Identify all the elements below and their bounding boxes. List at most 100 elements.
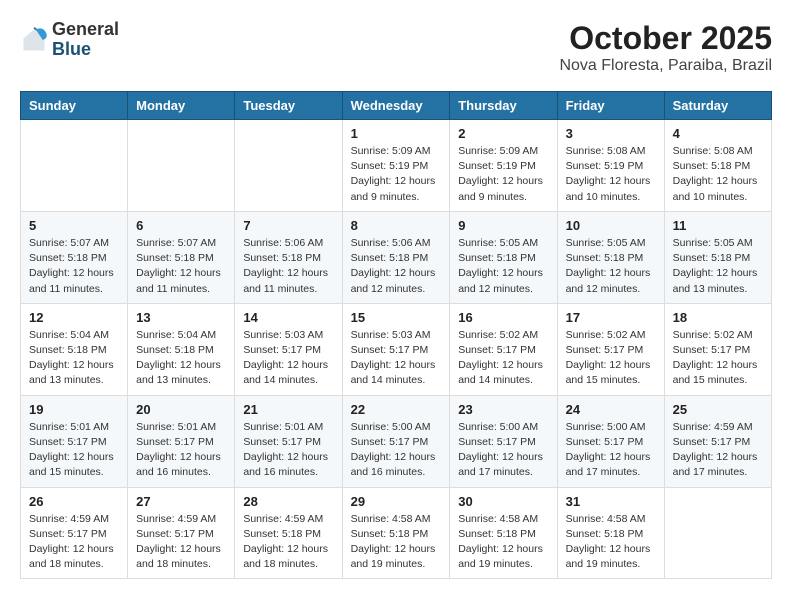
day-info: Sunrise: 4:59 AM Sunset: 5:17 PM Dayligh… (673, 420, 763, 481)
day-number: 14 (243, 310, 333, 325)
table-row: 23 Sunrise: 5:00 AM Sunset: 5:17 PM Dayli… (450, 395, 557, 487)
day-info: Sunrise: 5:03 AM Sunset: 5:17 PM Dayligh… (243, 328, 333, 389)
day-number: 3 (566, 126, 656, 141)
day-number: 19 (29, 402, 119, 417)
day-info: Sunrise: 4:58 AM Sunset: 5:18 PM Dayligh… (458, 512, 548, 573)
table-row: 6 Sunrise: 5:07 AM Sunset: 5:18 PM Daylig… (128, 211, 235, 303)
day-number: 27 (136, 494, 226, 509)
day-number: 4 (673, 126, 763, 141)
day-info: Sunrise: 5:04 AM Sunset: 5:18 PM Dayligh… (29, 328, 119, 389)
calendar-table: Sunday Monday Tuesday Wednesday Thursday… (20, 91, 772, 579)
month-title: October 2025 (559, 20, 772, 57)
day-info: Sunrise: 5:00 AM Sunset: 5:17 PM Dayligh… (566, 420, 656, 481)
table-row: 26Sunrise: 4:59 AM Sunset: 5:17 PM Dayli… (21, 487, 128, 579)
table-row: 21Sunrise: 5:01 AM Sunset: 5:17 PM Dayli… (235, 395, 342, 487)
table-row: 17Sunrise: 5:02 AM Sunset: 5:17 PM Dayli… (557, 303, 664, 395)
table-row: 29Sunrise: 4:58 AM Sunset: 5:18 PM Dayli… (342, 487, 450, 579)
header-thursday: Thursday (450, 92, 557, 120)
day-number: 20 (136, 402, 226, 417)
table-row: 31Sunrise: 4:58 AM Sunset: 5:18 PM Dayli… (557, 487, 664, 579)
table-row: 11 Sunrise: 5:05 AM Sunset: 5:18 PM Dayli… (664, 211, 771, 303)
table-row: 22 Sunrise: 5:00 AM Sunset: 5:17 PM Dayli… (342, 395, 450, 487)
calendar-week-row: 26 Sunrise: 4:59 AM Sunset: 5:17 PM Dayli… (21, 487, 772, 579)
table-row: 1 Sunrise: 5:09 AM Sunset: 5:19 PM Daylig… (342, 120, 450, 212)
day-info: Sunrise: 5:01 AM Sunset: 5:17 PM Dayligh… (136, 420, 226, 481)
calendar-header-row: Sunday Monday Tuesday Wednesday Thursday… (21, 92, 772, 120)
table-row: 16Sunrise: 5:02 AM Sunset: 5:17 PM Dayli… (450, 303, 557, 395)
day-number: 26 (29, 494, 119, 509)
table-row: 8 Sunrise: 5:06 AM Sunset: 5:18 PM Daylig… (342, 211, 450, 303)
day-number: 13 (136, 310, 226, 325)
table-row: 12 Sunrise: 5:04 AM Sunset: 5:18 PM Dayli… (21, 303, 128, 395)
table-row: 30 Sunrise: 4:58 AM Sunset: 5:18 PM Dayli… (450, 487, 557, 579)
day-number: 25 (673, 402, 763, 417)
table-row: 9 Sunrise: 5:05 AM Sunset: 5:18 PM Daylig… (450, 211, 557, 303)
header-friday: Friday (557, 92, 664, 120)
day-info: Sunrise: 5:05 AM Sunset: 5:18 PM Dayligh… (458, 236, 548, 297)
title-block: October 2025 Nova Floresta, Paraiba, Bra… (559, 20, 772, 75)
day-number: 9 (458, 218, 548, 233)
day-number: 7 (243, 218, 333, 233)
table-row (664, 487, 771, 579)
table-row: 13 Sunrise: 5:04 AM Sunset: 5:18 PM Dayli… (128, 303, 235, 395)
day-info: Sunrise: 5:01 AM Sunset: 5:17 PM Dayligh… (29, 420, 119, 481)
logo-icon (20, 26, 48, 54)
table-row (128, 120, 235, 212)
day-number: 1 (351, 126, 442, 141)
table-row: 3 Sunrise: 5:08 AM Sunset: 5:19 PM Daylig… (557, 120, 664, 212)
table-row: 18Sunrise: 5:02 AM Sunset: 5:17 PM Dayli… (664, 303, 771, 395)
day-info: Sunrise: 5:09 AM Sunset: 5:19 PM Dayligh… (458, 144, 548, 205)
day-number: 8 (351, 218, 442, 233)
day-info: Sunrise: 5:07 AM Sunset: 5:18 PM Dayligh… (136, 236, 226, 297)
day-number: 24 (566, 402, 656, 417)
day-number: 30 (458, 494, 548, 509)
day-number: 5 (29, 218, 119, 233)
day-number: 28 (243, 494, 333, 509)
header-sunday: Sunday (21, 92, 128, 120)
day-info: Sunrise: 5:00 AM Sunset: 5:17 PM Dayligh… (351, 420, 442, 481)
calendar-week-row: 5 Sunrise: 5:07 AM Sunset: 5:18 PM Daylig… (21, 211, 772, 303)
table-row: 20 Sunrise: 5:01 AM Sunset: 5:17 PM Dayli… (128, 395, 235, 487)
table-row: 2Sunrise: 5:09 AM Sunset: 5:19 PM Daylig… (450, 120, 557, 212)
header-wednesday: Wednesday (342, 92, 450, 120)
day-number: 11 (673, 218, 763, 233)
day-info: Sunrise: 5:07 AM Sunset: 5:18 PM Dayligh… (29, 236, 119, 297)
table-row: 19 Sunrise: 5:01 AM Sunset: 5:17 PM Dayli… (21, 395, 128, 487)
calendar-week-row: 1 Sunrise: 5:09 AM Sunset: 5:19 PM Daylig… (21, 120, 772, 212)
logo-text: General Blue (52, 20, 119, 60)
day-number: 31 (566, 494, 656, 509)
table-row (21, 120, 128, 212)
day-info: Sunrise: 5:02 AM Sunset: 5:17 PM Dayligh… (458, 328, 548, 389)
day-info: Sunrise: 5:06 AM Sunset: 5:18 PM Dayligh… (351, 236, 442, 297)
day-number: 6 (136, 218, 226, 233)
location-title: Nova Floresta, Paraiba, Brazil (559, 57, 772, 75)
header-monday: Monday (128, 92, 235, 120)
logo: General Blue (20, 20, 119, 60)
day-info: Sunrise: 4:58 AM Sunset: 5:18 PM Dayligh… (351, 512, 442, 573)
day-number: 10 (566, 218, 656, 233)
day-info: Sunrise: 5:03 AM Sunset: 5:17 PM Dayligh… (351, 328, 442, 389)
table-row: 27 Sunrise: 4:59 AM Sunset: 5:17 PM Dayli… (128, 487, 235, 579)
day-info: Sunrise: 5:00 AM Sunset: 5:17 PM Dayligh… (458, 420, 548, 481)
day-info: Sunrise: 4:59 AM Sunset: 5:17 PM Dayligh… (136, 512, 226, 573)
table-row: 5 Sunrise: 5:07 AM Sunset: 5:18 PM Daylig… (21, 211, 128, 303)
day-info: Sunrise: 5:05 AM Sunset: 5:18 PM Dayligh… (673, 236, 763, 297)
table-row: 28Sunrise: 4:59 AM Sunset: 5:18 PM Dayli… (235, 487, 342, 579)
day-number: 12 (29, 310, 119, 325)
day-info: Sunrise: 5:02 AM Sunset: 5:17 PM Dayligh… (673, 328, 763, 389)
day-info: Sunrise: 5:04 AM Sunset: 5:18 PM Dayligh… (136, 328, 226, 389)
day-number: 23 (458, 402, 548, 417)
day-number: 22 (351, 402, 442, 417)
day-info: Sunrise: 5:01 AM Sunset: 5:17 PM Dayligh… (243, 420, 333, 481)
header-tuesday: Tuesday (235, 92, 342, 120)
table-row: 10Sunrise: 5:05 AM Sunset: 5:18 PM Dayli… (557, 211, 664, 303)
calendar-week-row: 12 Sunrise: 5:04 AM Sunset: 5:18 PM Dayli… (21, 303, 772, 395)
table-row: 15Sunrise: 5:03 AM Sunset: 5:17 PM Dayli… (342, 303, 450, 395)
table-row: 24 Sunrise: 5:00 AM Sunset: 5:17 PM Dayli… (557, 395, 664, 487)
logo-general-text: General (52, 20, 119, 40)
table-row: 4Sunrise: 5:08 AM Sunset: 5:18 PM Daylig… (664, 120, 771, 212)
day-info: Sunrise: 5:08 AM Sunset: 5:19 PM Dayligh… (566, 144, 656, 205)
day-info: Sunrise: 5:06 AM Sunset: 5:18 PM Dayligh… (243, 236, 333, 297)
day-info: Sunrise: 5:09 AM Sunset: 5:19 PM Dayligh… (351, 144, 442, 205)
day-info: Sunrise: 5:02 AM Sunset: 5:17 PM Dayligh… (566, 328, 656, 389)
